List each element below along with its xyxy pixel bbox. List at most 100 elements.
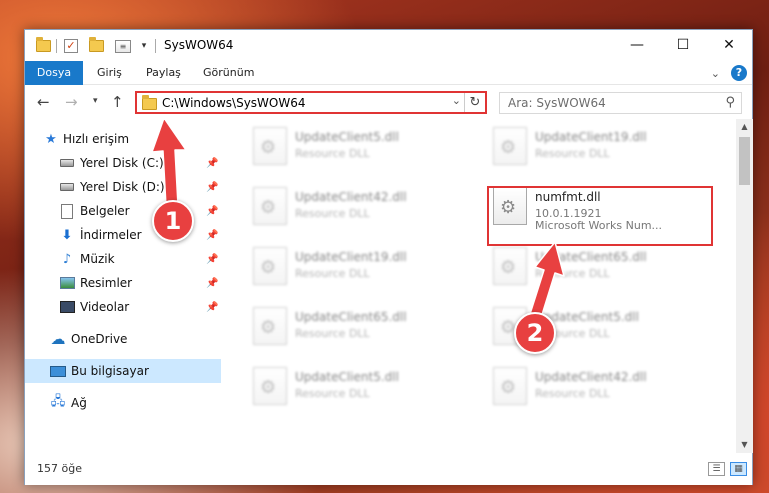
file-description: Resource DLL <box>535 147 610 160</box>
file-tile[interactable]: ⚙ UpdateClient5.dll Resource DLL <box>243 121 473 173</box>
help-icon[interactable]: ? <box>731 65 747 81</box>
sidebar-item-label: İndirmeler <box>80 228 142 242</box>
sidebar-item-quick-access[interactable]: ★ Hızlı erişim <box>25 127 221 151</box>
address-path[interactable]: C:\Windows\SysWOW64 <box>162 96 306 110</box>
sidebar-item-onedrive[interactable]: ☁ OneDrive <box>25 327 221 351</box>
search-icon[interactable]: ⚲ <box>725 95 735 110</box>
dll-file-icon: ⚙ <box>253 367 287 405</box>
tab-home[interactable]: Giriş <box>97 61 122 85</box>
star-icon: ★ <box>45 131 57 147</box>
sidebar-item-network[interactable]: 🖧 Ağ <box>25 391 221 415</box>
sidebar-item-label: Yerel Disk (D:) <box>80 180 165 194</box>
tab-view[interactable]: Görünüm <box>203 61 254 85</box>
file-tile[interactable]: ⚙ UpdateClient19.dll Resource DLL <box>243 241 473 293</box>
file-tile[interactable]: ⚙ UpdateClient5.dll Resource DLL <box>243 361 473 413</box>
folder-icon[interactable] <box>35 37 51 55</box>
file-name: UpdateClient5.dll <box>295 130 399 144</box>
dll-file-icon: ⚙ <box>253 307 287 345</box>
music-icon: ♪ <box>62 251 72 267</box>
file-description: Resource DLL <box>295 207 370 220</box>
file-name: UpdateClient5.dll <box>295 370 399 384</box>
file-name: UpdateClient65.dll <box>295 310 407 324</box>
details-view-button[interactable]: ☰ <box>708 462 725 476</box>
tab-file[interactable]: Dosya <box>25 61 83 85</box>
search-input[interactable] <box>508 96 708 110</box>
sidebar-item-this-pc[interactable]: Bu bilgisayar <box>25 359 221 383</box>
pin-icon[interactable]: 📌 <box>206 230 218 241</box>
refresh-icon[interactable]: ↻ <box>464 93 485 112</box>
sidebar-item-label: OneDrive <box>71 332 128 346</box>
pin-icon[interactable]: 📌 <box>206 206 218 217</box>
file-tile[interactable]: ⚙ UpdateClient65.dll Resource DLL <box>483 241 713 293</box>
title-separator-2 <box>155 39 156 53</box>
minimize-button[interactable]: — <box>614 30 660 61</box>
scroll-down-icon[interactable]: ▼ <box>736 437 753 453</box>
navigation-pane: ★ Hızlı erişim Yerel Disk (C:) 📌 Yerel D… <box>25 119 221 453</box>
file-tile[interactable]: ⚙ UpdateClient42.dll Resource DLL <box>483 361 713 413</box>
title-separator <box>56 39 57 53</box>
pin-icon[interactable]: 📌 <box>206 302 218 313</box>
address-dropdown-icon[interactable]: ⌄ <box>452 94 461 107</box>
sidebar-item-label: Belgeler <box>80 204 130 218</box>
expand-ribbon-icon[interactable]: ⌄ <box>711 67 720 80</box>
explorer-window: ✓ ≡ ▾ SysWOW64 — ☐ ✕ Dosya Giriş Paylaş … <box>24 29 753 485</box>
scroll-thumb[interactable] <box>739 137 750 185</box>
recent-locations-icon[interactable]: ▾ <box>93 96 98 106</box>
pin-icon[interactable]: 📌 <box>206 254 218 265</box>
tiles-view-button[interactable]: ▦ <box>730 462 747 476</box>
tab-share[interactable]: Paylaş <box>146 61 181 85</box>
step-1-badge: 1 <box>152 200 194 242</box>
sidebar-item-label: Yerel Disk (C:) <box>80 156 164 170</box>
vertical-scrollbar[interactable]: ▲ ▼ <box>736 119 753 453</box>
file-description: Resource DLL <box>295 267 370 280</box>
file-name: UpdateClient19.dll <box>295 250 407 264</box>
sidebar-item-label: Resimler <box>80 276 133 290</box>
search-box[interactable]: ⚲ <box>499 92 742 114</box>
pin-icon[interactable]: 📌 <box>206 158 218 169</box>
sidebar-item-label: Ağ <box>71 396 87 410</box>
file-description: Resource DLL <box>535 387 610 400</box>
status-bar: 157 öğe ☰ ▦ <box>25 453 752 485</box>
pin-icon[interactable]: 📌 <box>206 182 218 193</box>
numfmt-highlight <box>487 186 713 246</box>
dll-file-icon: ⚙ <box>493 127 527 165</box>
file-tile[interactable]: ⚙ UpdateClient19.dll Resource DLL <box>483 121 713 173</box>
scroll-up-icon[interactable]: ▲ <box>736 119 753 135</box>
quick-access-dropdown-icon[interactable]: ▾ <box>138 37 150 55</box>
sidebar-item-label: Hızlı erişim <box>63 132 130 146</box>
sidebar-item-videos[interactable]: Videolar 📌 <box>25 295 221 319</box>
properties-check-icon[interactable]: ✓ <box>63 37 79 55</box>
file-description: Resource DLL <box>295 387 370 400</box>
maximize-button[interactable]: ☐ <box>660 30 706 61</box>
file-tile[interactable]: ⚙ UpdateClient65.dll Resource DLL <box>243 301 473 353</box>
onedrive-icon: ☁ <box>50 330 66 348</box>
close-button[interactable]: ✕ <box>706 30 752 61</box>
sidebar-item-local-disk-c[interactable]: Yerel Disk (C:) 📌 <box>25 151 221 175</box>
sidebar-item-music[interactable]: ♪ Müzik 📌 <box>25 247 221 271</box>
dll-file-icon: ⚙ <box>253 127 287 165</box>
file-description: Resource DLL <box>295 147 370 160</box>
file-tile[interactable]: ⚙ UpdateClient42.dll Resource DLL <box>243 181 473 233</box>
disk-icon <box>59 179 75 195</box>
dll-file-icon: ⚙ <box>493 247 527 285</box>
navigation-bar: ← → ▾ ↑ C:\Windows\SysWOW64 ⌄ ↻ ⚲ <box>25 85 752 119</box>
back-button[interactable]: ← <box>37 93 50 111</box>
file-name: UpdateClient42.dll <box>295 190 407 204</box>
new-folder-icon[interactable] <box>88 37 104 55</box>
file-description: Resource DLL <box>295 327 370 340</box>
up-button[interactable]: ↑ <box>111 93 124 111</box>
ribbon: Dosya Giriş Paylaş Görünüm ⌄ ? <box>25 61 752 85</box>
pin-icon[interactable]: 📌 <box>206 278 218 289</box>
network-icon: 🖧 <box>50 394 66 409</box>
sidebar-item-local-disk-d[interactable]: Yerel Disk (D:) 📌 <box>25 175 221 199</box>
customize-toolbar-icon[interactable]: ≡ <box>111 37 135 55</box>
address-bar[interactable]: C:\Windows\SysWOW64 ⌄ ↻ <box>135 91 487 114</box>
dll-file-icon: ⚙ <box>253 187 287 225</box>
item-count: 157 öğe <box>37 462 82 475</box>
forward-button[interactable]: → <box>65 93 78 111</box>
file-name: UpdateClient19.dll <box>535 130 647 144</box>
file-description: Resource DLL <box>535 267 610 280</box>
dll-file-icon: ⚙ <box>253 247 287 285</box>
sidebar-item-pictures[interactable]: Resimler 📌 <box>25 271 221 295</box>
disk-icon <box>59 155 75 171</box>
